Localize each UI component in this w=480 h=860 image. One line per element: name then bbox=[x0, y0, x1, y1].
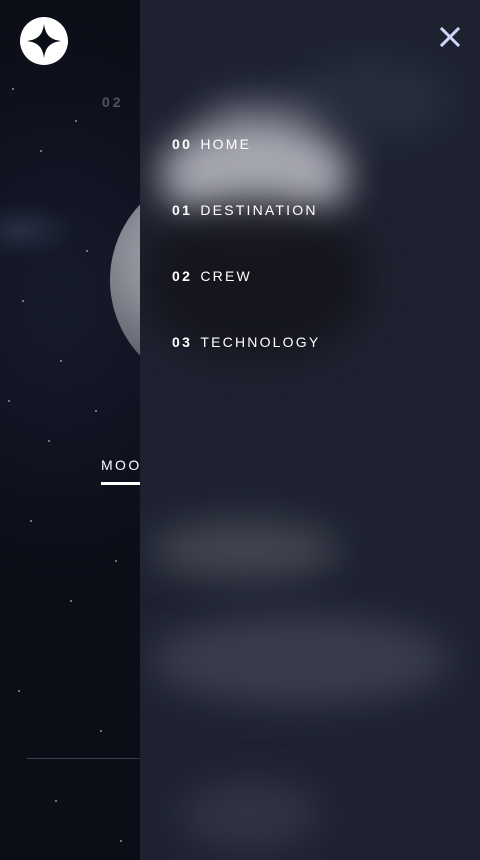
nav-item-number: 03 bbox=[172, 334, 193, 350]
nav-item-crew[interactable]: 02 CREW bbox=[172, 268, 320, 284]
nav-item-number: 02 bbox=[172, 268, 193, 284]
main-nav: 00 HOME 01 DESTINATION 02 CREW 03 TECHNO… bbox=[172, 136, 320, 400]
blur-shape bbox=[180, 780, 320, 850]
nav-item-destination[interactable]: 01 DESTINATION bbox=[172, 202, 320, 218]
nav-item-home[interactable]: 00 HOME bbox=[172, 136, 320, 152]
nav-item-number: 00 bbox=[172, 136, 193, 152]
logo[interactable] bbox=[20, 17, 68, 65]
four-point-star-icon bbox=[27, 24, 61, 58]
nav-item-number: 01 bbox=[172, 202, 193, 218]
nav-item-label: HOME bbox=[200, 136, 252, 152]
blur-shape bbox=[290, 60, 450, 140]
nav-item-label: DESTINATION bbox=[200, 202, 318, 218]
step-number: 02 bbox=[102, 94, 124, 110]
nav-drawer: 00 HOME 01 DESTINATION 02 CREW 03 TECHNO… bbox=[140, 0, 480, 860]
active-tab-indicator bbox=[101, 482, 141, 485]
close-icon[interactable] bbox=[440, 27, 460, 47]
blur-shape bbox=[150, 520, 340, 580]
nav-item-technology[interactable]: 03 TECHNOLOGY bbox=[172, 334, 320, 350]
blur-shape bbox=[150, 615, 450, 705]
nav-item-label: CREW bbox=[200, 268, 252, 284]
nav-item-label: TECHNOLOGY bbox=[200, 334, 321, 350]
